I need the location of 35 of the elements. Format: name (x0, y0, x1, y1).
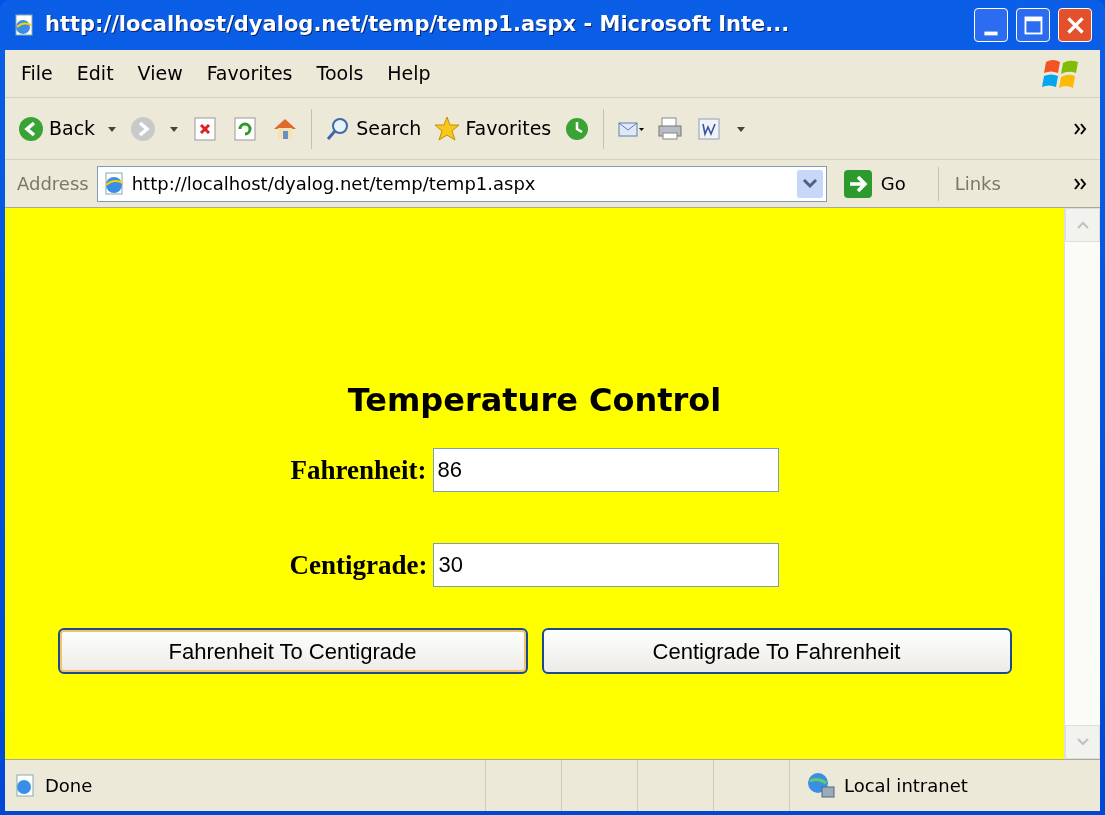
search-button[interactable]: Search (324, 114, 422, 143)
links-button[interactable]: Links (954, 170, 1001, 197)
field-label: Fahrenheit: (290, 453, 427, 487)
menu-item[interactable]: View (137, 59, 183, 88)
back-button[interactable]: Back (17, 114, 96, 143)
security-zone-text: Local intranet (844, 774, 968, 798)
globe-computer-icon (806, 770, 836, 801)
minimize-button[interactable] (974, 8, 1008, 42)
maximize-button[interactable] (1016, 8, 1050, 42)
chevron-icon[interactable] (1074, 177, 1088, 190)
chevron-icon[interactable] (1074, 122, 1088, 135)
text-input[interactable]: 86 (432, 448, 779, 492)
menu-item[interactable]: File (21, 59, 53, 88)
menu-item[interactable]: Help (387, 59, 431, 88)
menu-item[interactable]: Tools (316, 59, 364, 88)
address-label: Address (17, 172, 89, 196)
field-label: Centigrade: (289, 548, 428, 582)
dropdown-caret-icon[interactable] (169, 124, 180, 133)
dropdown-caret-icon[interactable] (736, 124, 747, 133)
page-heading: Temperature Control (347, 380, 722, 421)
star-icon (433, 114, 462, 143)
window-title: http://localhost/dyalog.net/temp/temp1.aspx - Microsoft Inte... (45, 11, 791, 39)
address-field[interactable]: http://localhost/dyalog.net/temp/temp1.aspx (96, 165, 827, 202)
convert-button[interactable]: Centigrade To Fahrenheit (541, 628, 1012, 674)
page-icon (13, 772, 37, 799)
status-text: Done (45, 774, 93, 798)
printer-icon[interactable] (656, 114, 685, 143)
dropdown-caret-icon[interactable] (107, 124, 118, 133)
convert-button[interactable]: Fahrenheit To Centigrade (57, 628, 528, 674)
close-button[interactable] (1058, 8, 1092, 42)
favorites-button[interactable]: Favorites (433, 114, 552, 143)
text-input[interactable]: 30 (433, 543, 780, 587)
menu-item[interactable]: Edit (76, 59, 114, 88)
go-button[interactable]: Go (842, 168, 906, 199)
menu-item[interactable]: Favorites (206, 59, 293, 88)
